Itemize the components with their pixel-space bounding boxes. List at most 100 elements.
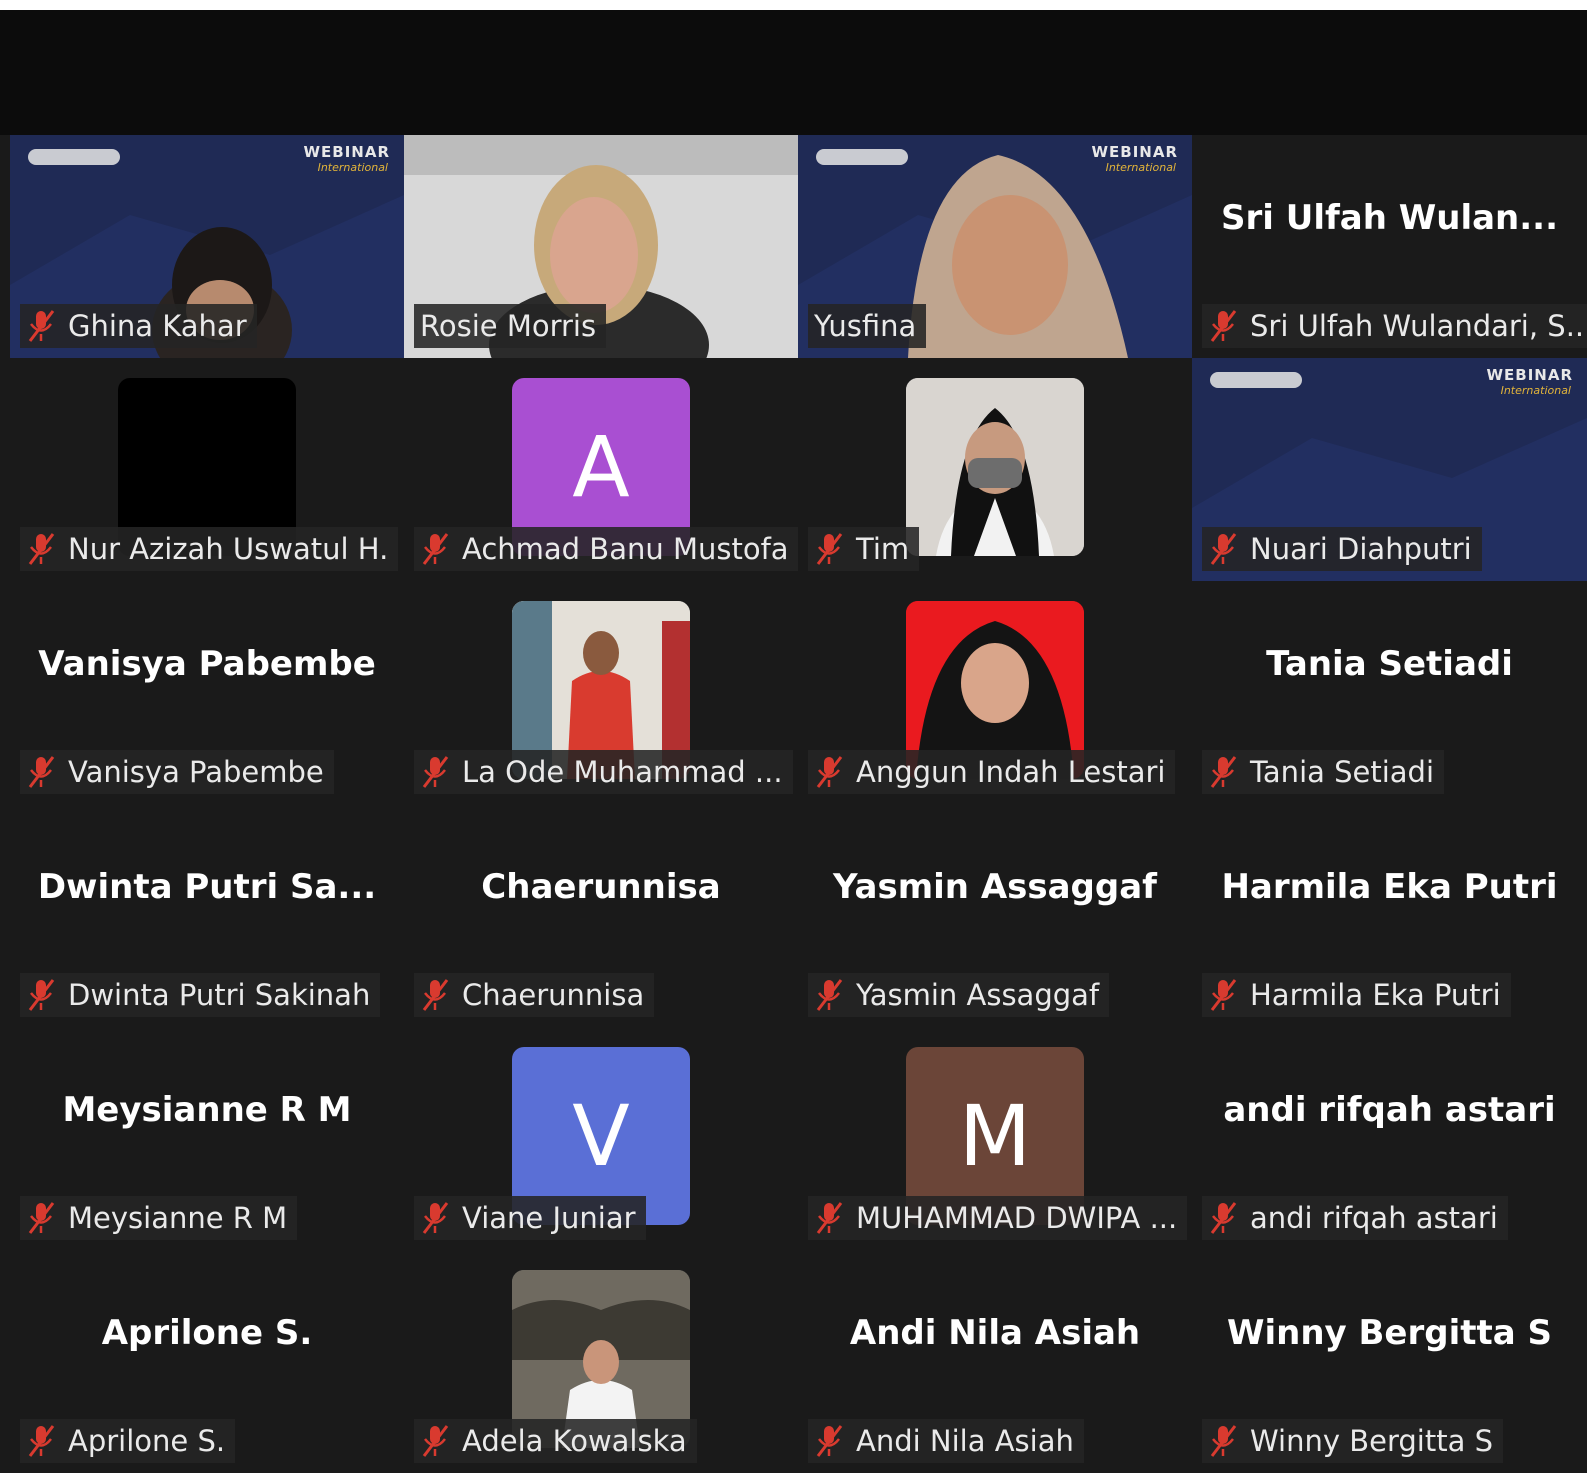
participant-name-bar: Meysianne R M [20,1196,298,1240]
participant-name-bar: Ghina Kahar [20,304,257,348]
participant-tile[interactable]: Meysianne R M Meysianne R M [10,1027,404,1250]
participant-name: Aprilone S. [68,1424,226,1458]
mic-muted-icon [28,979,55,1011]
participant-name-bar: Andi Nila Asiah [808,1419,1084,1463]
participant-display-name: andi rifqah astari [1223,1089,1556,1130]
participant-name: Chaerunnisa [462,978,645,1012]
participant-tile[interactable]: Andi Nila Asiah Andi Nila Asiah [798,1250,1192,1473]
participant-name-bar: Adela Kowalska [414,1419,697,1463]
participant-name: andi rifqah astari [1250,1201,1498,1235]
mic-muted-icon [1210,756,1237,788]
participant-tile[interactable]: Dwinta Putri Sa... Dwinta Putri Sakinah [10,804,404,1027]
participant-tile[interactable]: andi rifqah astari andi rifqah astari [1192,1027,1587,1250]
mic-muted-icon [1210,979,1237,1011]
avatar-initial: M [958,1087,1032,1185]
webinar-banner-title: WEBINAR [1091,143,1178,161]
participant-display-name: Yasmin Assaggaf [833,866,1157,907]
participant-display-name: Tania Setiadi [1266,643,1513,684]
mic-muted-icon [422,1202,449,1234]
participant-tile[interactable]: M MUHAMMAD DWIPA ... [798,1027,1192,1250]
participant-name: Yasmin Assaggaf [856,978,1100,1012]
mic-muted-icon [28,756,55,788]
participant-tile[interactable]: WEBINAR International WEBINAR Internatio… [10,135,404,358]
meeting-header [0,10,1587,135]
participant-name-bar: Achmad Banu Mustofa [414,527,798,571]
participant-tile[interactable]: Tim [798,358,1192,581]
participant-name-bar: Dwinta Putri Sakinah [20,973,381,1017]
participant-name: Anggun Indah Lestari [856,755,1166,789]
gallery-view: WEBINAR International WEBINAR Internatio… [10,135,1587,1473]
participant-name-bar: Viane Juniar [414,1196,646,1240]
participant-name: Viane Juniar [462,1201,636,1235]
mic-muted-icon [422,979,449,1011]
mic-muted-icon [28,1202,55,1234]
participant-name: Tania Setiadi [1250,755,1435,789]
participant-tile[interactable]: Rosie Morris [404,135,798,358]
webinar-logo [1210,372,1302,388]
participant-tile[interactable]: Chaerunnisa Chaerunnisa [404,804,798,1027]
participant-name-bar: Anggun Indah Lestari [808,750,1176,794]
participant-name: Adela Kowalska [462,1424,687,1458]
participant-tile[interactable]: Harmila Eka Putri Harmila Eka Putri [1192,804,1587,1027]
webinar-banner-subtitle: International [1500,384,1571,397]
participant-tile[interactable]: Vanisya Pabembe Vanisya Pabembe [10,581,404,804]
participant-name: Andi Nila Asiah [856,1424,1074,1458]
participant-name-bar: Nuari Diahputri [1202,527,1482,571]
participant-name-bar: MUHAMMAD DWIPA ... [808,1196,1188,1240]
mic-muted-icon [816,1202,843,1234]
webinar-banner-subtitle: International [317,161,388,174]
participant-display-name: Aprilone S. [101,1312,313,1353]
mic-muted-icon [1210,310,1237,342]
mic-muted-icon [422,533,449,565]
webinar-logo [28,149,120,165]
mic-muted-icon [816,756,843,788]
participant-tile[interactable]: A Achmad Banu Mustofa [404,358,798,581]
participant-name-bar: Yusfina [808,304,927,348]
participant-display-name: Dwinta Putri Sa... [37,866,377,907]
window-top-edge [0,0,1587,10]
participant-name-bar: Nur Azizah Uswatul H. [20,527,399,571]
participant-name: Nur Azizah Uswatul H. [68,532,389,566]
participant-name: Yusfina [814,309,917,343]
participant-name: Rosie Morris [420,309,597,343]
mic-muted-icon [422,1425,449,1457]
participant-tile[interactable]: Winny Bergitta S Winny Bergitta S [1192,1250,1587,1473]
participant-tile[interactable]: Nur Azizah Uswatul H. [10,358,404,581]
participant-name: Tim [856,532,910,566]
participant-name: Nuari Diahputri [1250,532,1472,566]
participant-tile[interactable]: Sri Ulfah Wulan... Sri Ulfah Wulandari, … [1192,135,1587,358]
webinar-banner-title: WEBINAR [303,143,390,161]
participant-tile[interactable]: Aprilone S. Aprilone S. [10,1250,404,1473]
participant-display-name: Meysianne R M [62,1089,352,1130]
participant-tile[interactable]: WEBINAR International Nuari Diahputri [1192,358,1587,581]
participant-name: Winny Bergitta S [1250,1424,1493,1458]
participant-name: Vanisya Pabembe [68,755,324,789]
mic-muted-icon [1210,1202,1237,1234]
participant-name: La Ode Muhammad ... [462,755,783,789]
participant-name-bar: Winny Bergitta S [1202,1419,1503,1463]
participant-name-bar: Aprilone S. [20,1419,236,1463]
participant-name: Achmad Banu Mustofa [462,532,789,566]
participant-tile[interactable]: Tania Setiadi Tania Setiadi [1192,581,1587,804]
mic-muted-icon [28,1425,55,1457]
mic-muted-icon [816,979,843,1011]
mic-muted-icon [1210,1425,1237,1457]
participant-name-bar: Harmila Eka Putri [1202,973,1511,1017]
participant-tile[interactable]: Anggun Indah Lestari [798,581,1192,804]
mic-muted-icon [1210,533,1237,565]
participant-tile[interactable]: La Ode Muhammad ... [404,581,798,804]
participant-tile[interactable]: Adela Kowalska [404,1250,798,1473]
participant-name-bar: andi rifqah astari [1202,1196,1508,1240]
participant-tile[interactable]: V Viane Juniar [404,1027,798,1250]
participant-name-bar: Tania Setiadi [1202,750,1445,794]
participant-name-bar: Vanisya Pabembe [20,750,334,794]
participant-name-bar: La Ode Muhammad ... [414,750,793,794]
participant-display-name: Andi Nila Asiah [849,1312,1141,1353]
participant-tile[interactable]: Yasmin Assaggaf Yasmin Assaggaf [798,804,1192,1027]
webinar-banner-subtitle: International [1105,161,1176,174]
participant-display-name: Sri Ulfah Wulan... [1220,197,1559,238]
avatar-initial: A [572,418,630,516]
participant-name: Meysianne R M [68,1201,288,1235]
mic-muted-icon [422,756,449,788]
participant-tile-active-speaker[interactable]: WEBINAR International Yusfina [798,135,1192,358]
